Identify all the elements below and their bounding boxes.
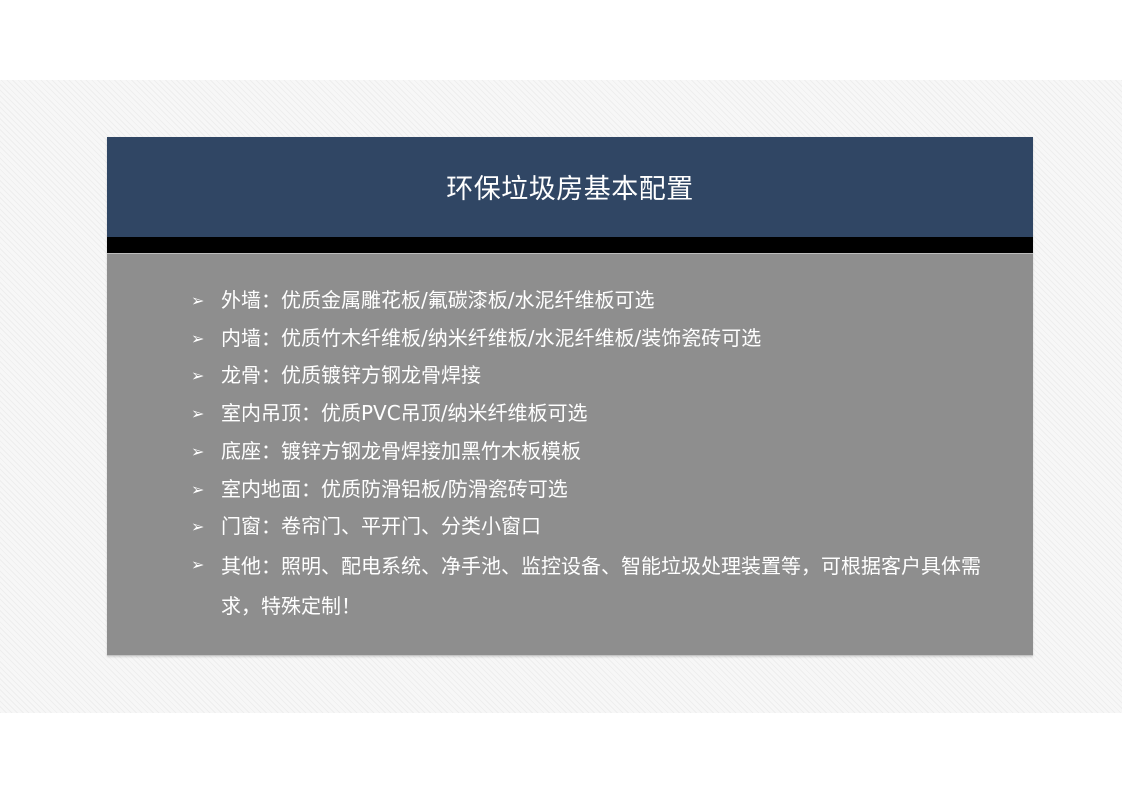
divider-band [107,237,1033,253]
list-item-text: 门窗：卷帘门、平开门、分类小窗口 [221,514,541,539]
list-item: ➢ 室内地面：优质防滑铝板/防滑瓷砖可选 [191,471,991,509]
config-list: ➢ 外墙：优质金属雕花板/氟碳漆板/水泥纤维板可选 ➢ 内墙：优质竹木纤维板/纳… [191,282,991,626]
list-item: ➢ 内墙：优质竹木纤维板/纳米纤维板/水泥纤维板/装饰瓷砖可选 [191,320,991,358]
content-area: ➢ 外墙：优质金属雕花板/氟碳漆板/水泥纤维板可选 ➢ 内墙：优质竹木纤维板/纳… [107,253,1033,656]
list-item: ➢ 底座：镀锌方钢龙骨焊接加黑竹木板模板 [191,433,991,471]
arrow-bullet-icon: ➢ [191,328,205,348]
config-panel: 环保垃圾房基本配置 ➢ 外墙：优质金属雕花板/氟碳漆板/水泥纤维板可选 ➢ 内墙… [107,137,1033,656]
list-item-text: 外墙：优质金属雕花板/氟碳漆板/水泥纤维板可选 [221,288,655,312]
page-title: 环保垃圾房基本配置 [446,173,694,205]
list-item: ➢ 其他：照明、配电系统、净手池、监控设备、智能垃圾处理装置等，可根据客户具体需… [191,546,991,626]
list-item-text: 龙骨：优质镀锌方钢龙骨焊接 [221,363,481,388]
list-item-text: 室内地面：优质防滑铝板/防滑瓷砖可选 [221,476,568,501]
list-item: ➢ 外墙：优质金属雕花板/氟碳漆板/水泥纤维板可选 [191,282,991,320]
arrow-bullet-icon: ➢ [191,479,205,499]
arrow-bullet-icon: ➢ [191,441,205,461]
list-item-text: 内墙：优质竹木纤维板/纳米纤维板/水泥纤维板/装饰瓷砖可选 [221,325,762,350]
arrow-bullet-icon: ➢ [191,404,205,424]
list-item-text: 室内吊顶：优质PVC吊顶/纳米纤维板可选 [221,401,588,426]
arrow-bullet-icon: ➢ [191,291,205,310]
list-item: ➢ 龙骨：优质镀锌方钢龙骨焊接 [191,357,991,395]
bottom-border [107,655,1033,656]
list-item-text: 其他：照明、配电系统、净手池、监控设备、智能垃圾处理装置等，可根据客户具体需求，… [221,553,981,618]
arrow-bullet-icon: ➢ [191,554,205,574]
arrow-bullet-icon: ➢ [191,366,205,386]
list-item-text: 底座：镀锌方钢龙骨焊接加黑竹木板模板 [221,438,581,463]
arrow-bullet-icon: ➢ [191,517,205,537]
title-bar: 环保垃圾房基本配置 [107,137,1033,237]
list-item: ➢ 门窗：卷帘门、平开门、分类小窗口 [191,508,991,546]
list-item: ➢ 室内吊顶：优质PVC吊顶/纳米纤维板可选 [191,395,991,433]
